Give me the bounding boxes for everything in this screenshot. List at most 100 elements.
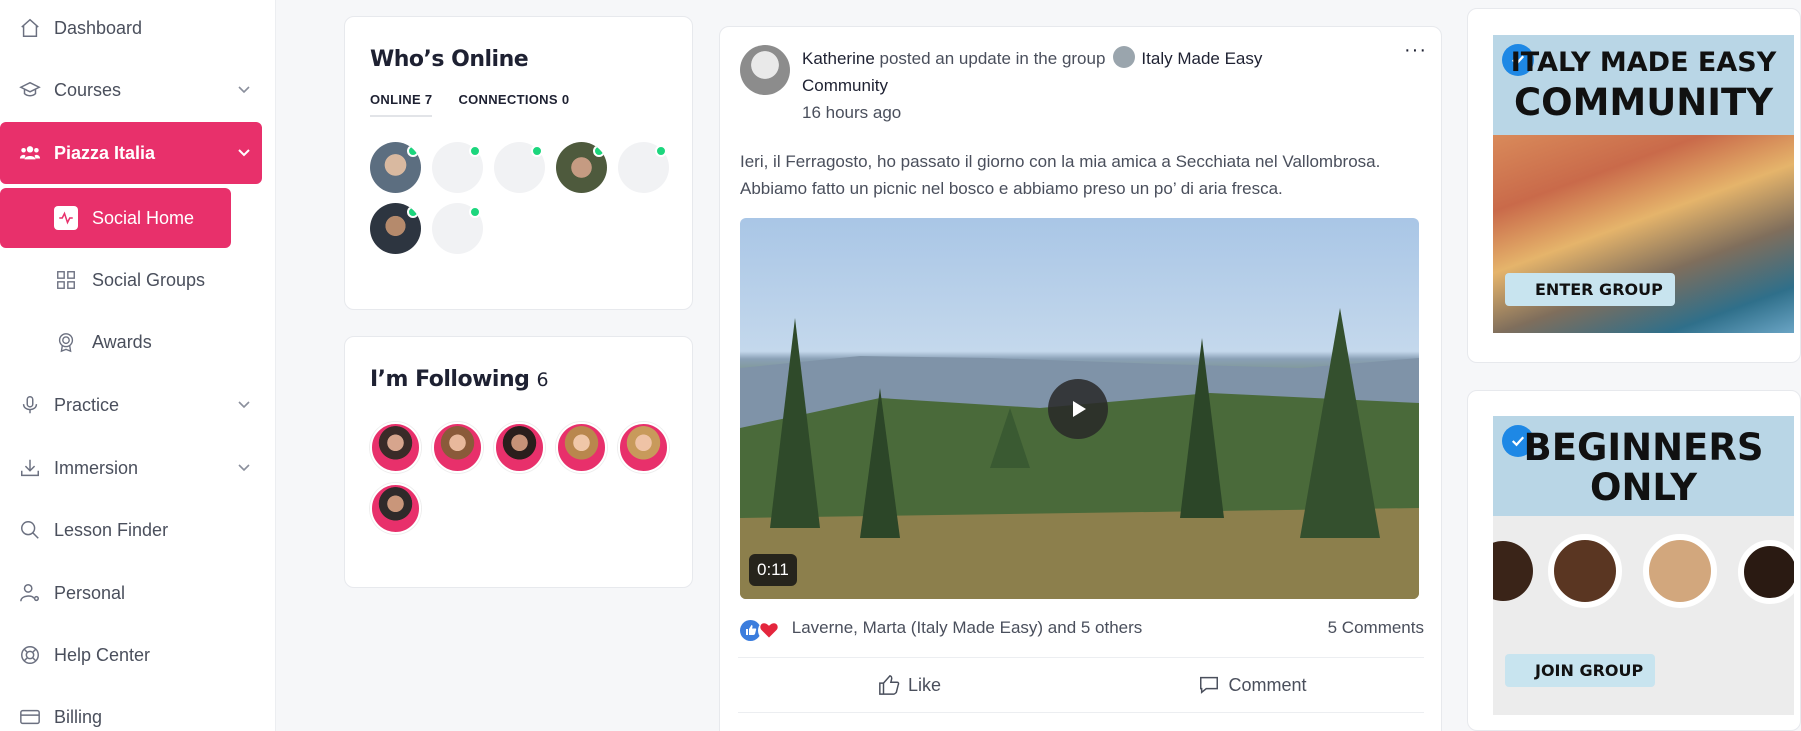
member-avatar[interactable] [556,142,607,193]
sidebar-item-label: Dashboard [54,17,143,38]
post-meta-line: Katherine posted an update in the group I… [802,45,1262,72]
chevron-down-icon[interactable] [236,144,252,160]
post-timestamp[interactable]: 16 hours ago [802,99,1262,126]
video-player[interactable]: 0:11 [740,218,1419,599]
sidebar-item-billing[interactable]: Billing [0,686,262,731]
ground-coffee-cup [1548,534,1622,608]
play-button[interactable] [1048,379,1108,439]
tab-connections[interactable]: CONNECTIONS 0 [458,92,569,117]
sidebar-subitem-social-groups[interactable]: Social Groups [0,250,205,310]
author-avatar[interactable] [740,45,790,95]
tab-count: 0 [561,92,570,107]
post-meta: Katherine posted an update in the group I… [802,45,1262,126]
award-icon [54,330,78,354]
following-avatar[interactable] [494,422,545,473]
more-options-icon[interactable]: ··· [1404,39,1427,62]
comment-label: Comment [1228,674,1307,695]
sidebar-item-help-center[interactable]: Help Center [0,624,262,686]
following-avatar[interactable] [370,422,421,473]
sidebar-item-practice[interactable]: Practice [0,374,262,436]
reactions-row: Laverne, Marta (Italy Made Easy) and 5 o… [740,618,1424,641]
sidebar-subitem-label: Social Home [92,207,195,228]
group-link[interactable]: Italy Made Easy [1141,49,1262,68]
post-header: Katherine posted an update in the group I… [740,45,1421,126]
post-action-text: posted an update in the group [879,49,1106,68]
sidebar-item-immersion[interactable]: Immersion [0,437,262,499]
promo-title-line2: ONLY [1589,466,1698,509]
tab-count: 7 [424,92,433,107]
cappuccino-cup [1643,534,1717,608]
join-group-button[interactable]: JOIN GROUP [1505,654,1656,687]
sidebar: Dashboard Courses Piazza Italia Social H… [0,0,276,731]
promo-header: BEGINNERS ONLY [1493,416,1794,516]
lifebuoy-icon [18,643,42,667]
comment-button[interactable]: Comment [1081,658,1424,712]
member-avatar[interactable] [494,142,545,193]
group-avatar-icon[interactable] [1113,46,1136,68]
search-icon [18,518,42,542]
member-avatar[interactable] [618,142,669,193]
play-icon [1073,401,1086,417]
sidebar-item-piazza-italia[interactable]: Piazza Italia [0,122,262,184]
sidebar-item-label: Billing [54,706,103,727]
tab-online[interactable]: ONLINE 7 [370,92,433,117]
sidebar-item-label: Lesson Finder [54,519,169,540]
sidebar-item-label: Practice [54,394,120,415]
group-link-continued[interactable]: Community [802,72,1262,99]
download-icon [18,456,42,480]
sidebar-subitem-label: Social Groups [92,269,206,290]
sidebar-item-label: Personal [54,582,126,603]
comment-icon [1200,676,1219,694]
chevron-down-icon[interactable] [236,396,252,412]
online-indicator [531,145,543,157]
video-duration: 0:11 [749,554,797,586]
following-avatar[interactable] [556,422,607,473]
coffee-beans-cup [1493,541,1533,601]
comments-count-link[interactable]: 5 Comments [1328,618,1424,641]
member-avatar[interactable] [370,203,421,254]
following-widget: I’m Following 6 [344,336,693,588]
sidebar-item-label: Help Center [54,644,151,665]
sidebar-subitem-awards[interactable]: Awards [0,312,152,372]
promo-title-line2: COMMUNITY [1513,81,1774,124]
widget-title-text: I’m Following [370,367,530,392]
grid-icon [54,268,78,292]
tab-label: ONLINE [370,92,421,107]
post-text-line: Abbiamo fatto un picnic nel bosco e abbi… [740,179,1283,198]
sidebar-item-lesson-finder[interactable]: Lesson Finder [0,499,262,561]
sidebar-subitem-social-home[interactable]: Social Home [0,188,231,248]
widget-tabs: ONLINE 7 CONNECTIONS 0 [370,92,667,117]
online-indicator [407,145,419,157]
sidebar-subitem-label: Awards [92,331,152,352]
following-count: 6 [536,369,549,391]
enter-group-button[interactable]: ENTER GROUP [1505,273,1675,306]
tab-label: CONNECTIONS [458,92,558,107]
author-link[interactable]: Katherine [802,49,875,68]
sidebar-item-courses[interactable]: Courses [0,59,262,121]
following-avatar[interactable] [370,483,421,534]
following-avatar[interactable] [432,422,483,473]
sidebar-item-dashboard[interactable]: Dashboard [0,0,262,59]
member-avatar[interactable] [432,203,483,254]
beginners-only-promo[interactable]: BEGINNERS ONLY JOIN GROUP [1493,416,1794,715]
chevron-down-icon[interactable] [236,459,252,475]
chevron-down-icon[interactable] [236,81,252,97]
italy-made-easy-community-promo[interactable]: ITALY MADE EASY COMMUNITY ENTER GROUP [1493,35,1794,333]
widget-title: I’m Following 6 [370,367,667,392]
following-members [370,422,670,534]
online-indicator [593,145,605,157]
activity-icon [54,206,78,230]
following-avatar[interactable] [618,422,669,473]
reactions-summary[interactable]: Laverne, Marta (Italy Made Easy) and 5 o… [740,618,1142,641]
sidebar-item-label: Immersion [54,457,139,478]
sidebar-item-label: Piazza Italia [54,142,156,163]
post-text-line: Ieri, il Ferragosto, ho passato il giorn… [740,152,1381,171]
online-indicator [469,145,481,157]
credit-card-icon [18,705,42,729]
member-avatar[interactable] [432,142,483,193]
home-icon [18,16,42,40]
heart-icon [758,619,779,641]
sidebar-item-personal[interactable]: Personal [0,562,262,624]
like-button[interactable]: Like [738,658,1081,712]
member-avatar[interactable] [370,142,421,193]
